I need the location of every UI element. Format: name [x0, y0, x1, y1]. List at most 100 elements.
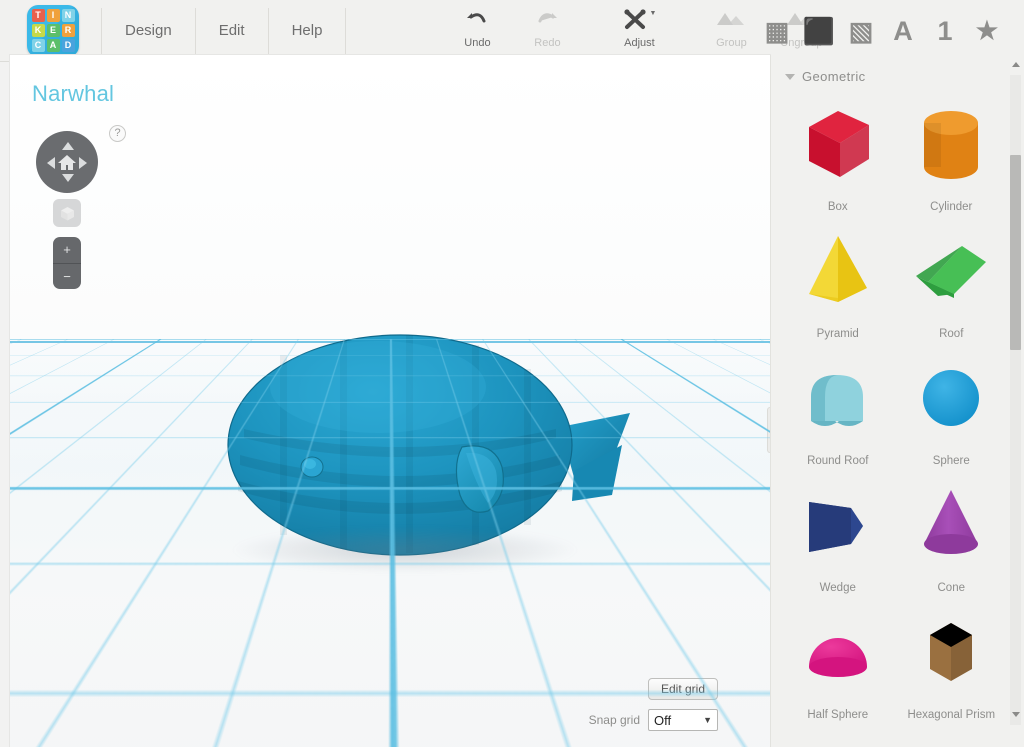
shape-hexagonal-prism-label: Hexagonal Prism [907, 709, 996, 721]
pan-left-arrow-icon[interactable] [47, 157, 55, 169]
fit-view-button[interactable] [53, 199, 81, 227]
solid-cube-button[interactable]: ⬛ [800, 11, 838, 51]
chevron-down-icon: ▼ [703, 715, 712, 725]
home-view-icon[interactable] [36, 131, 98, 193]
shape-torus-thumbnail [895, 727, 1009, 747]
shape-cylinder-label: Cylinder [930, 201, 973, 213]
view-navigation-pad[interactable] [36, 131, 98, 193]
shape-cone[interactable]: Cone [895, 473, 1009, 594]
group-icon [717, 13, 745, 25]
scroll-down-arrow-icon[interactable] [1011, 712, 1020, 717]
logo-tile-k: K [31, 24, 45, 37]
shape-sphere-thumbnail [895, 346, 1009, 450]
pan-up-arrow-icon[interactable] [62, 142, 74, 150]
number-tool-button[interactable]: 1 [926, 11, 964, 51]
shape-half-sphere[interactable]: Half Sphere [781, 600, 895, 721]
logo-tile-t: T [31, 9, 45, 22]
shapes-section-title: Geometric [802, 69, 866, 84]
shape-round-roof-label: Round Roof [807, 455, 869, 467]
snap-grid-label: Snap grid [588, 713, 640, 727]
shape-torus[interactable] [895, 727, 1009, 747]
tinkercad-logo[interactable]: TIN KER CAD [27, 4, 79, 57]
main-menu: Design Edit Help [101, 0, 347, 61]
snap-grid-select[interactable]: Off ▼ [648, 709, 718, 731]
favorites-icon: ★ [975, 16, 999, 45]
redo-icon [538, 13, 558, 23]
shape-round-roof[interactable]: Round Roof [781, 346, 895, 467]
shape-cylinder-art [924, 111, 979, 179]
redo-label: Redo [534, 37, 561, 49]
shapes-panel: Geometric Box Cylinder Pyramid Roof Round Ro… [770, 55, 1024, 747]
zoom-in-button[interactable]: + [53, 237, 81, 264]
panel-scrollbar[interactable] [1009, 59, 1022, 745]
shape-roof-label: Roof [939, 328, 964, 340]
group-icon [716, 6, 746, 34]
zoom-out-button[interactable]: − [53, 264, 81, 290]
snap-grid-control: Snap grid Off ▼ [589, 709, 718, 731]
pan-right-arrow-icon[interactable] [79, 157, 87, 169]
shapes-section-header[interactable]: Geometric [771, 55, 1024, 90]
shape-sphere[interactable]: Sphere [895, 346, 1009, 467]
hole-cube-icon: ▧ [848, 16, 874, 46]
pan-down-arrow-icon[interactable] [62, 174, 74, 182]
shape-torus-art [908, 742, 994, 747]
shape-box[interactable]: Box [781, 92, 895, 213]
logo-tile-e: E [46, 24, 60, 37]
logo-tile-n: N [61, 9, 75, 22]
cube-icon [60, 206, 74, 220]
undo-button[interactable]: Undo [442, 6, 512, 49]
hole-cube-button[interactable]: ▧ [842, 11, 880, 51]
shape-pyramid-thumbnail [781, 219, 895, 323]
model-shadow [230, 527, 580, 573]
shape-wedge-art [808, 502, 863, 552]
undo-label: Undo [464, 37, 491, 49]
shape-pyramid[interactable]: Pyramid [781, 219, 895, 340]
help-button[interactable]: ? [109, 125, 126, 142]
shape-roof-thumbnail [895, 219, 1009, 323]
shape-roof[interactable]: Roof [895, 219, 1009, 340]
shape-sphere-label: Sphere [932, 455, 970, 467]
logo-tile-i: I [46, 9, 60, 22]
favorites-button[interactable]: ★ [968, 11, 1006, 51]
tinkercad-app: TINKERCAD Design Edit Help Undo Redo ▼ Adjust… [0, 0, 1024, 747]
undo-icon [467, 13, 486, 23]
logo-tile-d: D [61, 39, 75, 52]
edit-grid-button[interactable]: Edit grid [647, 678, 718, 700]
menu-item-design[interactable]: Design [101, 7, 196, 54]
chevron-down-icon [785, 73, 795, 80]
snap-grid-value: Off [654, 712, 672, 728]
shape-paraboloid[interactable] [781, 727, 895, 747]
adjust-icon: ▼ [622, 6, 656, 34]
solid-cube-icon: ⬛ [802, 16, 836, 46]
logo-row: TIN [31, 9, 75, 22]
workplane-canvas[interactable]: Narwhal ? + − Edit grid Snap grid Off ▼ [10, 55, 770, 747]
logo-tile-a: A [46, 39, 60, 52]
adjust-button[interactable]: ▼ Adjust [604, 6, 674, 49]
scroll-up-arrow-icon[interactable] [1011, 62, 1020, 67]
workplane-button[interactable]: ▦ [758, 11, 796, 51]
narwhal-model[interactable] [160, 295, 640, 585]
text-tool-button[interactable]: A [884, 11, 922, 51]
shape-hexagonal-prism[interactable]: Hexagonal Prism [895, 600, 1009, 721]
shape-hexagonal-prism-thumbnail [895, 600, 1009, 704]
shape-cone-label: Cone [937, 582, 966, 594]
shape-cone-thumbnail [895, 473, 1009, 577]
menu-item-help[interactable]: Help [269, 7, 347, 54]
shape-cylinder[interactable]: Cylinder [895, 92, 1009, 213]
chevron-down-icon[interactable]: ▼ [649, 10, 656, 17]
shape-wedge[interactable]: Wedge [781, 473, 895, 594]
shape-sphere-art [923, 370, 980, 426]
zoom-control[interactable]: + − [53, 237, 81, 289]
shape-half-sphere-thumbnail [781, 600, 895, 704]
shape-paraboloid-art [795, 742, 881, 747]
logo-tile-r: R [61, 24, 75, 37]
number-tool-icon: 1 [937, 15, 953, 46]
shape-round-roof-thumbnail [781, 346, 895, 450]
group-button[interactable]: Group [696, 6, 766, 49]
right-toolbar: ▦ ⬛ ▧ A 1 ★ [758, 0, 1016, 62]
redo-button[interactable]: Redo [512, 6, 582, 49]
shape-wedge-label: Wedge [819, 582, 856, 594]
scrollbar-thumb[interactable] [1010, 155, 1021, 350]
shape-box-thumbnail [781, 92, 895, 196]
menu-item-edit[interactable]: Edit [196, 7, 269, 54]
